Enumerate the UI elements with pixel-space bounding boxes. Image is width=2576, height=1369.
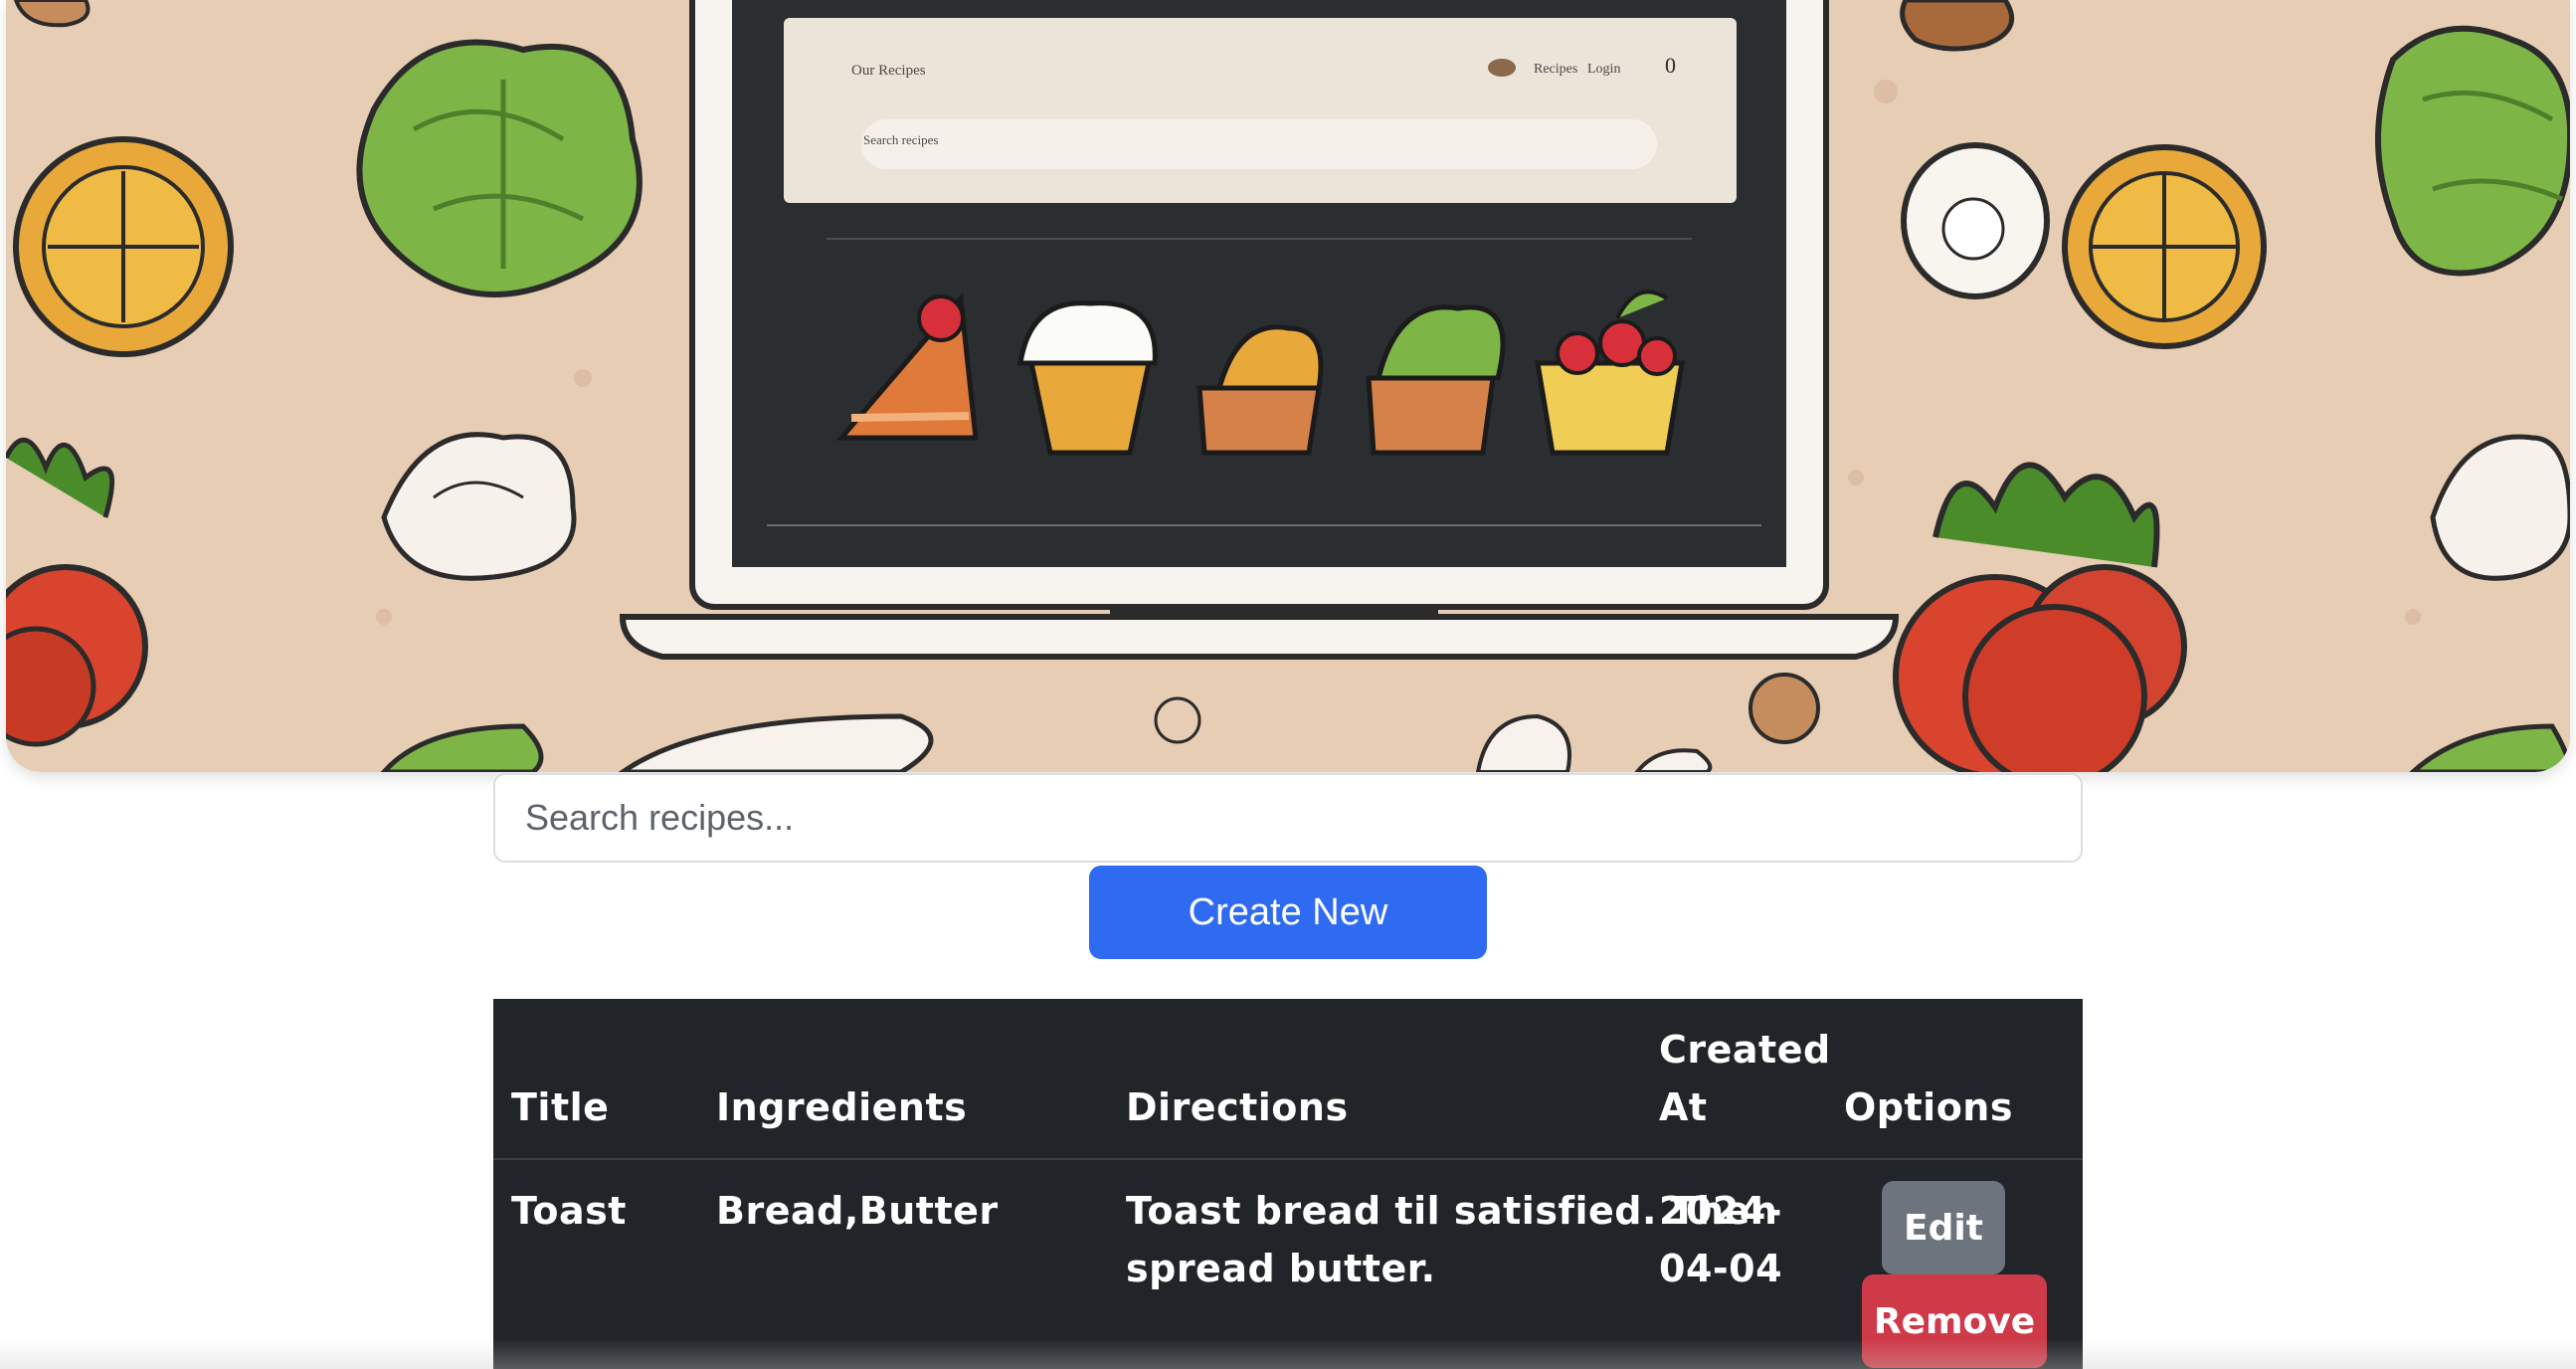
svg-text:Search recipes: Search recipes (863, 132, 938, 147)
hero-banner: Our Recipes Recipes Login 0 Search recip… (6, 0, 2570, 772)
egg-icon (1901, 142, 2050, 299)
svg-text:0: 0 (1665, 53, 1676, 78)
cell-title: Toast (511, 1189, 627, 1233)
svg-text:Recipes: Recipes (1534, 62, 1577, 77)
header-created-line1: Created (1659, 1028, 1831, 1072)
laptop-icon: Our Recipes Recipes Login 0 Search recip… (619, 0, 1900, 660)
cell-ingredients: Bread,Butter (716, 1189, 999, 1233)
cell-created-line1: 2024- (1659, 1189, 1783, 1233)
create-new-button[interactable]: Create New (1089, 866, 1487, 959)
svg-text:Login: Login (1587, 62, 1620, 77)
header-directions: Directions (1126, 1085, 1349, 1129)
header-ingredients: Ingredients (716, 1085, 968, 1129)
edit-button[interactable]: Edit (1882, 1181, 2005, 1274)
cell-created-line2: 04-04 (1659, 1247, 1783, 1290)
svg-text:Our Recipes: Our Recipes (851, 63, 926, 79)
header-options: Options (1844, 1085, 2013, 1129)
citrus-left-icon (13, 136, 234, 357)
remove-button[interactable]: Remove (1862, 1274, 2047, 1368)
lettuce-icon (356, 39, 643, 297)
table-header: Title Ingredients Directions Created At … (493, 999, 2083, 1160)
recipes-table: Title Ingredients Directions Created At … (493, 999, 2083, 1369)
header-title: Title (511, 1085, 610, 1129)
search-input[interactable] (493, 773, 2083, 863)
header-created-line2: At (1659, 1085, 1708, 1129)
cell-directions-line2: spread butter. (1126, 1247, 1436, 1290)
hero-illustration: Our Recipes Recipes Login 0 Search recip… (6, 0, 2570, 772)
page: Our Recipes Recipes Login 0 Search recip… (0, 0, 2576, 1369)
